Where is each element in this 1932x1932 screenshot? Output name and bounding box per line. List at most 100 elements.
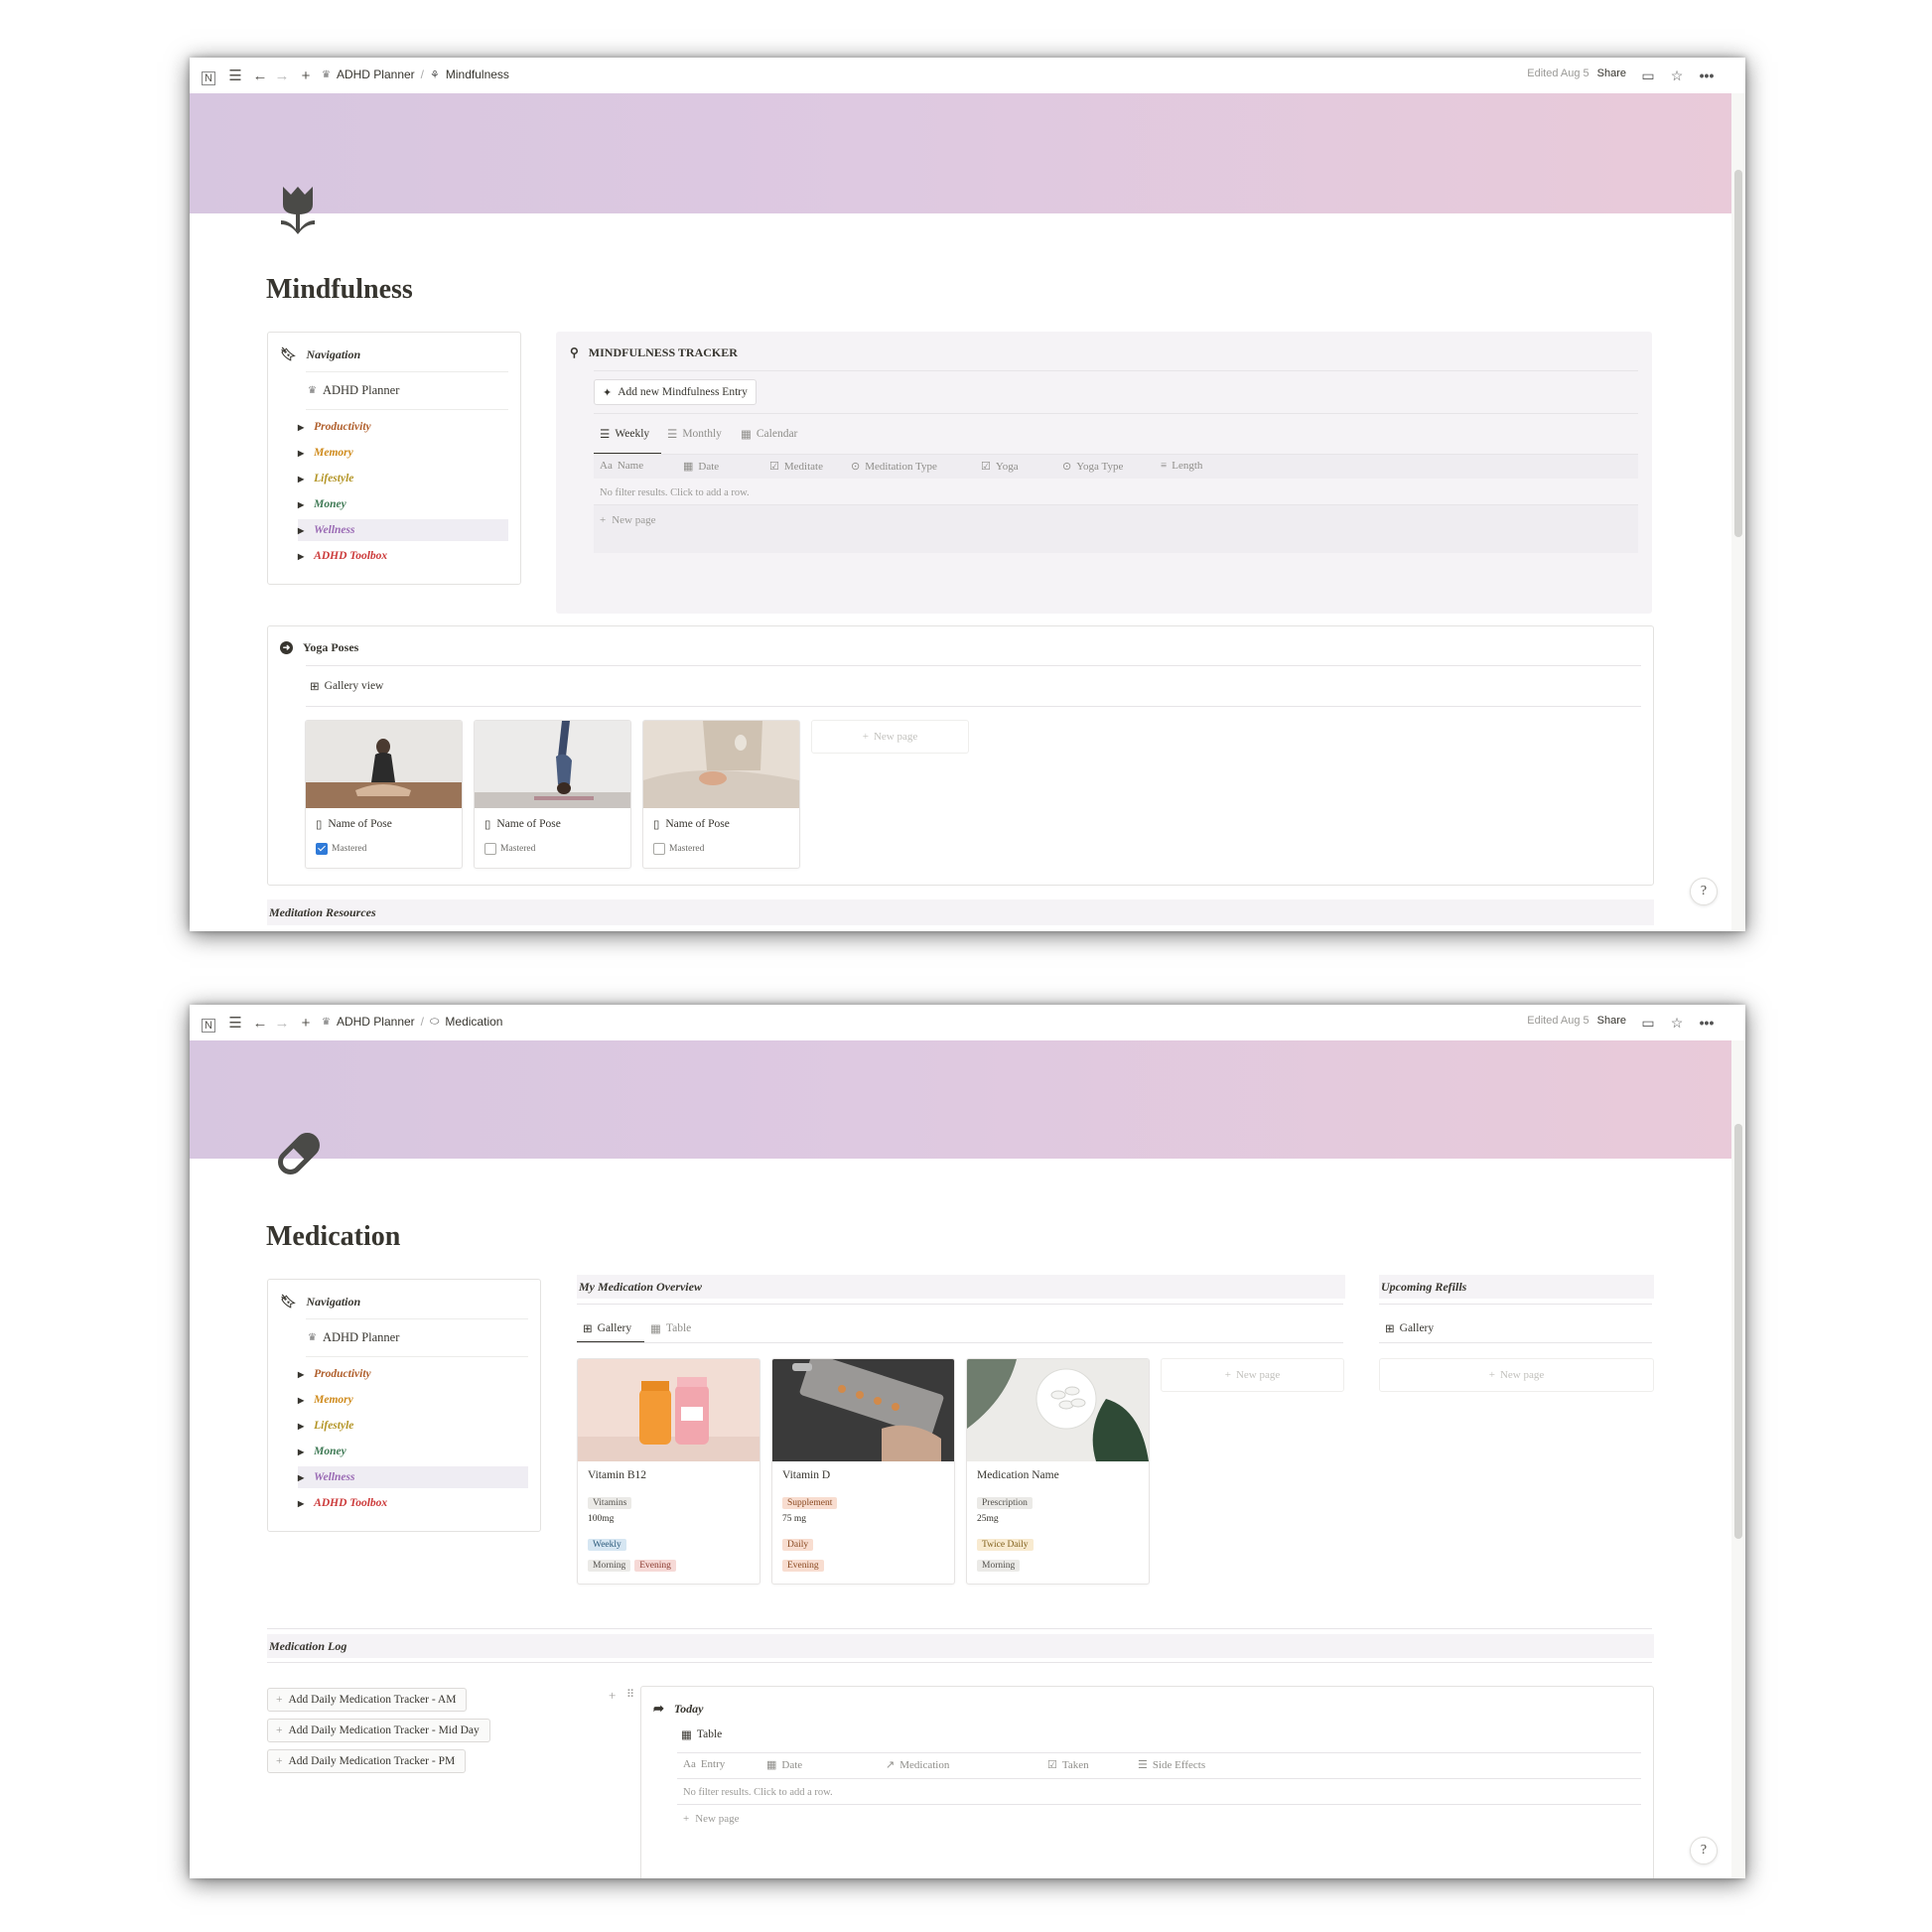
nav-item-productivity[interactable]: ▶ Productivity	[298, 1363, 528, 1385]
tab-table[interactable]: ▦ Table	[650, 1321, 691, 1335]
toggle-triangle-icon[interactable]: ▶	[298, 423, 304, 432]
drag-handle-icon[interactable]: ⠿	[626, 1688, 634, 1701]
gallery-new-page[interactable]: + New page	[811, 720, 969, 754]
breadcrumb-root[interactable]: ADHD Planner	[337, 68, 415, 81]
yoga-card[interactable]: ▯ Name of Pose Mastered	[474, 720, 631, 869]
mastered-property[interactable]: Mastered	[316, 843, 366, 855]
medication-card[interactable]: Vitamin D Supplement 75 mg Daily Evening	[771, 1358, 955, 1585]
breadcrumb-root[interactable]: ADHD Planner	[337, 1015, 415, 1029]
checkbox[interactable]	[653, 843, 665, 855]
column-header[interactable]: ↗ Medication	[886, 1758, 949, 1772]
column-header[interactable]: ▦ Date	[766, 1758, 802, 1772]
nav-item-lifestyle[interactable]: ▶ Lifestyle	[298, 1415, 528, 1437]
pill-icon[interactable]	[273, 1128, 325, 1179]
checkbox[interactable]	[484, 843, 496, 855]
star-icon[interactable]: ☆	[1667, 66, 1687, 85]
comment-icon[interactable]: ▭	[1638, 66, 1658, 85]
nav-planner-link[interactable]: ♛ ADHD Planner	[308, 383, 399, 398]
new-page-row[interactable]: + New page	[594, 505, 1638, 553]
nav-item-lifestyle[interactable]: ▶ Lifestyle	[298, 468, 508, 489]
breadcrumb-page[interactable]: Mindfulness	[446, 68, 509, 81]
empty-state-text[interactable]: No filter results. Click to add a row.	[600, 487, 750, 498]
add-mindfulness-entry-button[interactable]: ✦ Add new Mindfulness Entry	[594, 379, 757, 405]
yoga-card[interactable]: ▯ Name of Pose Mastered	[642, 720, 800, 869]
forward-arrow-icon[interactable]: →	[273, 67, 291, 84]
refills-new-page[interactable]: + New page	[1379, 1358, 1654, 1392]
notion-logo-icon[interactable]: N	[202, 71, 215, 85]
toggle-triangle-icon[interactable]: ▶	[298, 500, 304, 509]
add-midday-tracker-button[interactable]: + Add Daily Medication Tracker - Mid Day	[267, 1719, 490, 1742]
share-button[interactable]: Share	[1597, 1015, 1626, 1027]
mastered-property[interactable]: Mastered	[653, 843, 704, 855]
add-am-tracker-button[interactable]: + Add Daily Medication Tracker - AM	[267, 1688, 468, 1712]
new-page-link[interactable]: + New page	[683, 1813, 740, 1825]
tab-gallery[interactable]: ⊞ Gallery	[583, 1321, 631, 1335]
nav-item-money[interactable]: ▶ Money	[298, 1441, 528, 1462]
share-button[interactable]: Share	[1597, 68, 1626, 79]
star-icon[interactable]: ☆	[1667, 1013, 1687, 1033]
tab-monthly[interactable]: ☰ Monthly	[667, 427, 722, 441]
new-page-plus-icon[interactable]: +	[297, 1014, 315, 1032]
toggle-triangle-icon[interactable]: ▶	[298, 526, 304, 535]
toggle-triangle-icon[interactable]: ▶	[298, 1370, 304, 1379]
help-icon[interactable]: ?	[1690, 1837, 1718, 1864]
column-header[interactable]: Aa Entry	[683, 1758, 725, 1770]
toggle-triangle-icon[interactable]: ▶	[298, 1499, 304, 1508]
help-icon[interactable]: ?	[1690, 878, 1718, 905]
tab-gallery-view[interactable]: ⊞ Gallery view	[310, 679, 383, 693]
nav-item-wellness[interactable]: ▶ Wellness	[298, 1466, 528, 1488]
medication-card[interactable]: Medication Name Prescription 25mg Twice …	[966, 1358, 1150, 1585]
back-arrow-icon[interactable]: ←	[251, 1014, 269, 1032]
toggle-triangle-icon[interactable]: ▶	[298, 1396, 304, 1405]
column-header[interactable]: Aa Name	[600, 460, 643, 472]
tab-weekly[interactable]: ☰ Weekly	[600, 427, 649, 441]
empty-state-text[interactable]: No filter results. Click to add a row.	[683, 1787, 833, 1798]
column-header[interactable]: ☑ Taken	[1047, 1758, 1089, 1772]
tab-calendar[interactable]: ▦ Calendar	[741, 427, 797, 441]
nav-planner-link[interactable]: ♛ ADHD Planner	[308, 1330, 399, 1345]
add-pm-tracker-button[interactable]: + Add Daily Medication Tracker - PM	[267, 1749, 467, 1773]
menu-icon[interactable]: ☰	[226, 1014, 244, 1032]
comment-icon[interactable]: ▭	[1638, 1013, 1658, 1033]
toggle-triangle-icon[interactable]: ▶	[298, 449, 304, 458]
block-add-icon[interactable]: +	[609, 1688, 616, 1704]
column-header[interactable]: ☑ Yoga	[981, 460, 1019, 474]
scrollbar[interactable]	[1731, 1040, 1745, 1878]
toggle-triangle-icon[interactable]: ▶	[298, 1422, 304, 1431]
nav-item-adhd-toolbox[interactable]: ▶ ADHD Toolbox	[298, 545, 508, 567]
column-header[interactable]: ☰ Side Effects	[1138, 1758, 1205, 1772]
notion-logo-icon[interactable]: N	[202, 1019, 215, 1033]
mastered-property[interactable]: Mastered	[484, 843, 535, 855]
breadcrumb-page[interactable]: Medication	[445, 1015, 502, 1029]
tulip-icon[interactable]	[277, 185, 319, 236]
back-arrow-icon[interactable]: ←	[251, 67, 269, 84]
column-header[interactable]: ⊙ Yoga Type	[1062, 460, 1123, 474]
toggle-triangle-icon[interactable]: ▶	[298, 552, 304, 561]
more-options-icon[interactable]: •••	[1697, 1013, 1717, 1033]
checkbox-checked[interactable]	[316, 843, 328, 855]
toggle-triangle-icon[interactable]: ▶	[298, 475, 304, 483]
tab-refills-gallery[interactable]: ⊞ Gallery	[1385, 1321, 1434, 1335]
medication-card[interactable]: Vitamin B12 Vitamins 100mg Weekly Mornin…	[577, 1358, 760, 1585]
column-header[interactable]: ≡ Length	[1161, 460, 1202, 472]
scrollbar[interactable]	[1731, 93, 1745, 931]
forward-arrow-icon[interactable]: →	[273, 1014, 291, 1032]
nav-item-adhd-toolbox[interactable]: ▶ ADHD Toolbox	[298, 1492, 528, 1514]
scrollbar-thumb[interactable]	[1734, 170, 1742, 537]
column-header[interactable]: ⊙ Meditation Type	[851, 460, 937, 474]
new-page-plus-icon[interactable]: +	[297, 67, 315, 84]
nav-item-money[interactable]: ▶ Money	[298, 493, 508, 515]
column-header[interactable]: ▦ Date	[683, 460, 719, 474]
toggle-triangle-icon[interactable]: ▶	[298, 1448, 304, 1456]
tab-today-table[interactable]: ▦ Table	[681, 1727, 722, 1741]
yoga-card[interactable]: ▯ Name of Pose Mastered	[305, 720, 463, 869]
more-options-icon[interactable]: •••	[1697, 66, 1717, 85]
gallery-new-page[interactable]: + New page	[1161, 1358, 1344, 1392]
nav-item-productivity[interactable]: ▶ Productivity	[298, 416, 508, 438]
new-page-link[interactable]: + New page	[600, 514, 656, 526]
scrollbar-thumb[interactable]	[1734, 1124, 1742, 1539]
toggle-triangle-icon[interactable]: ▶	[298, 1473, 304, 1482]
menu-icon[interactable]: ☰	[226, 67, 244, 84]
nav-item-memory[interactable]: ▶ Memory	[298, 1389, 528, 1411]
nav-item-memory[interactable]: ▶ Memory	[298, 442, 508, 464]
